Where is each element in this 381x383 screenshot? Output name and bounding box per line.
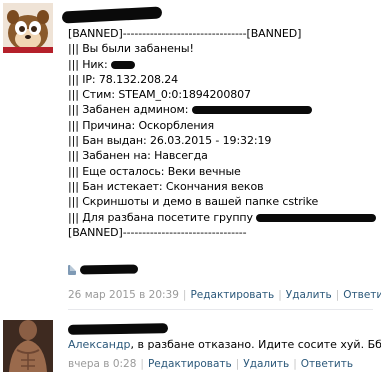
post-line-9: ||| Еще осталось: Веки вечные <box>68 164 241 178</box>
post-line-4: ||| Стим: STEAM_0:0:1894200807 <box>68 88 251 102</box>
redacted-attachment-name <box>79 264 139 275</box>
redacted-nick <box>110 60 135 69</box>
separator: | <box>182 289 187 301</box>
reply-avatar-image <box>3 320 53 372</box>
post-date: 26 мар 2015 в 20:39 <box>68 289 179 301</box>
reply-message: , в разбане отказано. Идите сосите хуй. … <box>130 338 381 351</box>
separator: | <box>293 358 297 370</box>
reply-meta: вчера в 0:28 | Редактировать | Удалить | Ответ… <box>68 358 353 370</box>
reply-addressee-link[interactable]: Александр <box>68 338 131 351</box>
post-line-3: ||| IP: 78.132.208.24 <box>68 72 179 86</box>
nick-label: ||| Ник: <box>68 57 111 71</box>
post-line-8: ||| Забанен на: Навсегда <box>68 149 208 163</box>
separator: | <box>140 358 144 370</box>
reply-author-avatar[interactable] <box>3 320 53 372</box>
separator: | <box>335 289 340 301</box>
redacted-group-link <box>256 213 377 222</box>
post-line-7: ||| Бан выдан: 26.03.2015 - 19:32:19 <box>68 134 272 148</box>
post-line-2: ||| Ник: <box>68 57 373 72</box>
post-line-10: ||| Бан истекает: Скончания веков <box>68 179 264 193</box>
separator: | <box>235 358 240 370</box>
post-line-11: ||| Скриншоты и демо в вашей папке cstri… <box>68 195 319 209</box>
reply-reply-link[interactable]: Ответить <box>301 358 353 370</box>
document-icon <box>68 265 76 275</box>
admin-label: ||| Забанен админом: <box>68 103 192 117</box>
reply-time: вчера в 0:28 <box>68 358 137 370</box>
post-meta: 26 мар 2015 в 20:39 | Редактировать | Удалит… <box>68 289 381 301</box>
post-line-0: [BANNED]--------------------------------… <box>68 27 302 40</box>
reply-text: Александр, в разбане отказано. Идите сос… <box>68 338 381 351</box>
edit-post-link[interactable]: Редактировать <box>190 289 274 301</box>
post-line-12: ||| Для разбана посетите группу <box>68 210 377 225</box>
comment-divider <box>68 309 373 310</box>
post-line-6: ||| Причина: Оскорбления <box>68 118 215 132</box>
delete-post-link[interactable]: Удалить <box>286 289 332 301</box>
redacted-reply-author-name <box>67 323 169 335</box>
delete-reply-link[interactable]: Удалить <box>243 358 289 370</box>
redacted-admin <box>191 106 312 115</box>
post-body: [BANNED]--------------------------------… <box>68 26 377 240</box>
author-avatar[interactable] <box>3 3 53 53</box>
post-line-5: ||| Забанен админом: <box>68 102 373 117</box>
post-line-13: [BANNED]-------------------------------- <box>68 225 247 239</box>
redacted-author-name <box>61 6 163 24</box>
reply-post-link[interactable]: Ответить <box>343 289 381 301</box>
post-line-1: ||| Вы были забанены! <box>68 42 194 56</box>
group-label: ||| Для разбана посетите группу <box>68 210 257 224</box>
separator: | <box>278 289 282 301</box>
chipmunk-avatar-image <box>3 3 53 53</box>
edit-reply-link[interactable]: Редактировать <box>148 358 232 370</box>
